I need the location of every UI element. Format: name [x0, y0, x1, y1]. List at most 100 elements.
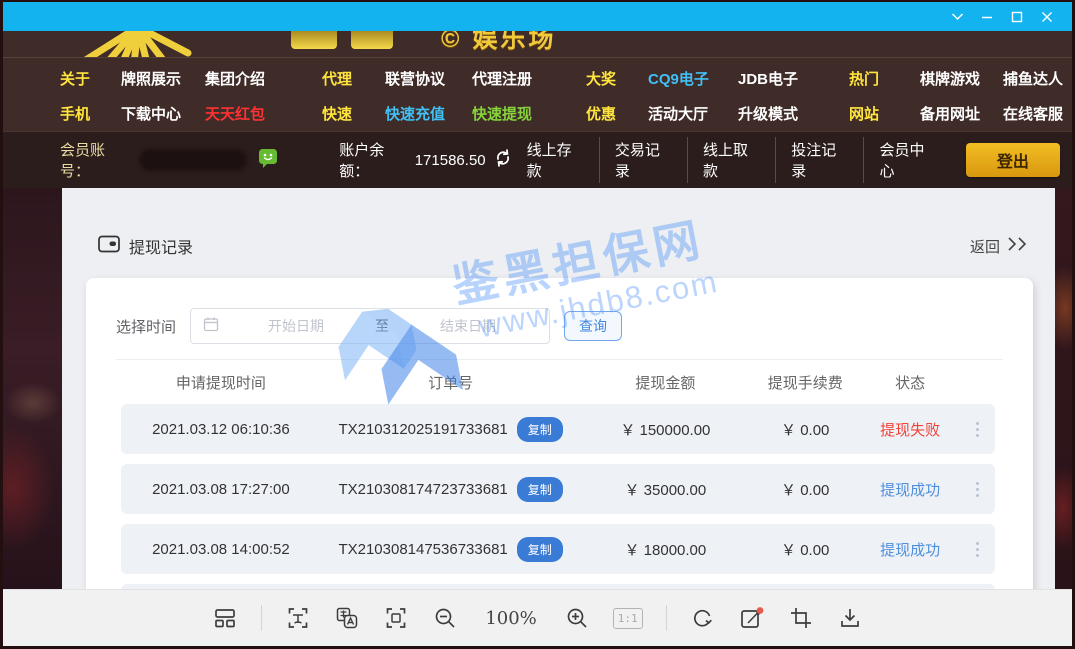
row-menu[interactable]: [960, 478, 995, 501]
site-logo[interactable]: © 娱乐场: [3, 31, 1072, 58]
nav-item[interactable]: 代理注册: [472, 68, 586, 89]
nav-item[interactable]: JDB电子: [738, 68, 849, 89]
order-number: TX210308147536733681: [338, 541, 507, 558]
wallet-icon: [98, 235, 120, 258]
account-link[interactable]: 线上存款: [512, 137, 599, 183]
row-status: 提现成功: [860, 539, 960, 560]
col-header-order: 订单号: [321, 372, 581, 393]
date-to-label: 至: [369, 316, 395, 336]
rotate-button[interactable]: [690, 605, 716, 631]
col-header-amount: 提现金额: [580, 372, 750, 393]
back-label: 返回: [970, 236, 1000, 257]
zoom-in-button[interactable]: [564, 605, 590, 631]
sunburst-logo-icon: [73, 31, 203, 58]
background-left-strip: [3, 188, 62, 589]
account-link[interactable]: 会员中心: [863, 137, 951, 183]
nav-item[interactable]: 天天红包: [205, 103, 322, 124]
nav-item[interactable]: 关于: [60, 68, 121, 89]
nav-item[interactable]: 网站: [849, 103, 920, 124]
site-header: © 娱乐场 关于 牌照展示 集团介绍 代理 联营协议 代理注册 大奖: [3, 31, 1072, 131]
nav-item[interactable]: 备用网址: [920, 103, 1003, 124]
nav-item[interactable]: 棋牌游戏: [920, 68, 1003, 89]
window-close-button[interactable]: [1032, 2, 1062, 31]
balance: 账户余额：171586.50: [339, 139, 511, 181]
nav-row-2: 手机 下载中心 天天红包 快速 快速充值 快速提现 优惠 活动大厅 升级模式: [3, 96, 1072, 131]
table-row-clipped: [121, 584, 995, 589]
edit-icon: [739, 606, 765, 630]
panel-title-row: 提现记录 返回: [98, 234, 1029, 258]
nav-item[interactable]: 大奖: [586, 68, 648, 89]
double-chevron-right-icon: [1007, 237, 1029, 255]
table-body: 2021.03.12 06:10:36 TX210312025191733681…: [86, 404, 1033, 589]
nav-item[interactable]: 联营协议: [385, 68, 472, 89]
window-minimize-button[interactable]: [972, 2, 1002, 31]
copy-button[interactable]: 复制: [517, 477, 563, 502]
account-link[interactable]: 交易记录: [599, 137, 687, 183]
ocr-text-button[interactable]: [285, 605, 311, 631]
translate-button[interactable]: [334, 605, 360, 631]
nav-item[interactable]: 下载中心: [121, 103, 205, 124]
row-menu[interactable]: [960, 538, 995, 561]
nav-item[interactable]: 快速提现: [472, 103, 586, 124]
search-button[interactable]: 查询: [564, 311, 622, 341]
toolbar-separator: [261, 605, 262, 631]
start-date-placeholder: 开始日期: [223, 316, 369, 336]
nav-item[interactable]: 快速: [322, 103, 385, 124]
maximize-icon: [1011, 11, 1023, 23]
download-button[interactable]: [837, 605, 863, 631]
rotate-icon: [691, 606, 715, 630]
window-maximize-button[interactable]: [1002, 2, 1032, 31]
member-account-redacted: [139, 149, 248, 171]
fit-screen-button[interactable]: [383, 605, 409, 631]
row-menu[interactable]: [960, 418, 995, 441]
account-link[interactable]: 线上取款: [687, 137, 775, 183]
copy-button[interactable]: 复制: [517, 417, 563, 442]
actual-size-button[interactable]: 1:1: [613, 608, 643, 629]
logo-text: © 娱乐场: [441, 31, 556, 55]
nav-item[interactable]: 代理: [322, 68, 385, 89]
nav-item[interactable]: 活动大厅: [648, 103, 738, 124]
date-range-input[interactable]: 开始日期 至 结束日期: [190, 308, 550, 344]
thumbnail-layout-button[interactable]: [212, 605, 238, 631]
logout-button[interactable]: 登出: [966, 143, 1060, 177]
nav-item[interactable]: CQ9电子: [648, 68, 738, 89]
nav-item[interactable]: 优惠: [586, 103, 648, 124]
records-card: 选择时间 开始日期 至 结束日期 查询: [86, 278, 1033, 589]
window-dropdown-button[interactable]: [942, 2, 972, 31]
account-link[interactable]: 投注记录: [775, 137, 863, 183]
nav-item[interactable]: 升级模式: [738, 103, 849, 124]
crop-icon: [789, 606, 813, 630]
page-title: 提现记录: [129, 234, 193, 258]
order-number: TX210312025191733681: [338, 421, 507, 438]
viewer-toolbar: 100% 1:1: [3, 589, 1072, 646]
col-header-time: 申请提现时间: [121, 372, 321, 393]
copy-button[interactable]: 复制: [517, 537, 563, 562]
row-amount: ￥ 150000.00: [580, 419, 750, 440]
main-nav: 关于 牌照展示 集团介绍 代理 联营协议 代理注册 大奖 CQ9电子 JDB电子: [3, 58, 1072, 131]
nav-item[interactable]: 捕鱼达人: [1003, 68, 1063, 89]
nav-item[interactable]: 牌照展示: [121, 68, 205, 89]
nav-item[interactable]: 在线客服: [1003, 103, 1063, 124]
row-status: 提现成功: [860, 479, 960, 500]
zoom-out-button[interactable]: [432, 605, 458, 631]
kebab-menu-icon: [972, 478, 983, 501]
balance-value: 171586.50: [415, 152, 486, 169]
crop-button[interactable]: [788, 605, 814, 631]
fit-screen-icon: [384, 606, 408, 630]
nav-item[interactable]: 集团介绍: [205, 68, 322, 89]
layout-icon: [213, 606, 237, 630]
nav-item[interactable]: 快速充值: [385, 103, 472, 124]
filter-row: 选择时间 开始日期 至 结束日期 查询: [116, 308, 1003, 344]
toolbar-separator: [666, 605, 667, 631]
edit-button[interactable]: [739, 605, 765, 631]
chat-icon[interactable]: [257, 147, 279, 173]
nav-item[interactable]: 手机: [60, 103, 121, 124]
nav-item[interactable]: 热门: [849, 68, 920, 89]
filter-label: 选择时间: [116, 316, 176, 337]
zoom-out-icon: [433, 606, 457, 630]
row-order: TX210308147536733681 复制: [321, 537, 581, 562]
zoom-level[interactable]: 100%: [481, 608, 540, 629]
withdraw-panel: 提现记录 返回 选择时间: [62, 188, 1055, 589]
back-button[interactable]: 返回: [970, 236, 1029, 257]
refresh-balance-icon[interactable]: [494, 149, 512, 171]
